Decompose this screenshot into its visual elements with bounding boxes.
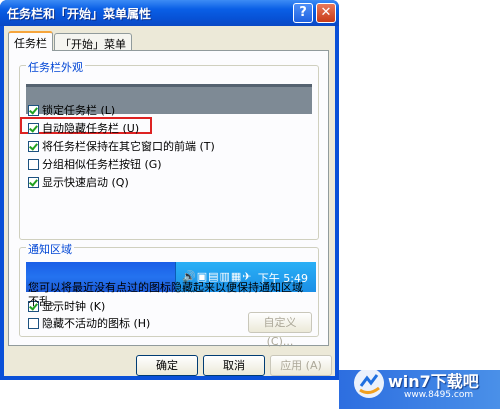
apply-label: 应用 (A) — [280, 359, 322, 372]
hide-inactive-checkbox[interactable] — [28, 317, 39, 329]
hide-inactive-label: 隐藏不活动的图标 (H) — [42, 317, 151, 330]
watermark-brand: win7下载吧 — [388, 372, 479, 391]
group-buttons-checkbox[interactable] — [28, 158, 39, 170]
group-buttons-label: 分组相似任务栏按钮 (G) — [42, 158, 162, 171]
keep-on-top-checkbox[interactable] — [28, 140, 39, 152]
tab-taskbar[interactable]: 任务栏 — [8, 31, 53, 51]
customize-button[interactable]: 自定义 (C)... — [248, 312, 312, 348]
help-button[interactable]: ? — [293, 3, 313, 23]
close-icon: ✕ — [320, 5, 332, 20]
quick-launch-checkbox[interactable] — [28, 176, 39, 188]
cancel-button[interactable]: 取消 — [203, 355, 265, 376]
lock-taskbar-option[interactable]: 锁定任务栏 (L) — [28, 102, 115, 117]
cancel-label: 取消 — [223, 359, 245, 372]
group-buttons-option[interactable]: 分组相似任务栏按钮 (G) — [28, 156, 162, 171]
keep-on-top-option[interactable]: 将任务栏保持在其它窗口的前端 (T) — [28, 138, 215, 153]
taskbar-appearance-title: 任务栏外观 — [26, 59, 85, 75]
auto-hide-checkbox[interactable] — [28, 122, 39, 134]
quick-launch-label: 显示快速启动 (Q) — [42, 176, 129, 189]
quick-launch-option[interactable]: 显示快速启动 (Q) — [28, 174, 129, 189]
tab-taskbar-label: 任务栏 — [14, 37, 47, 50]
hide-inactive-option[interactable]: 隐藏不活动的图标 (H) — [28, 315, 150, 330]
notification-description-text: 您可以将最近没有点过的图标隐藏起来以便保持通知区域不乱。 — [28, 281, 303, 308]
lock-taskbar-label: 锁定任务栏 (L) — [42, 104, 116, 117]
lock-taskbar-checkbox[interactable] — [28, 104, 39, 116]
help-icon: ? — [299, 5, 307, 20]
notification-area-title: 通知区域 — [26, 241, 74, 257]
ok-label: 确定 — [156, 359, 178, 372]
keep-on-top-label: 将任务栏保持在其它窗口的前端 (T) — [42, 140, 215, 153]
watermark-url: www.8495.com — [404, 390, 474, 400]
watermark: win7下载吧 www.8495.com — [352, 362, 498, 406]
ok-button[interactable]: 确定 — [136, 355, 198, 376]
close-button[interactable]: ✕ — [316, 3, 336, 23]
apply-button[interactable]: 应用 (A) — [270, 355, 332, 376]
title-bar[interactable]: 任务栏和「开始」菜单属性 ? ✕ — [0, 0, 339, 26]
auto-hide-option[interactable]: 自动隐藏任务栏 (U) — [28, 120, 139, 135]
tab-start-menu[interactable]: 「开始」菜单 — [54, 33, 132, 51]
notification-description: 您可以将最近没有点过的图标隐藏起来以便保持通知区域不乱。 — [28, 281, 310, 309]
watermark-logo-icon — [354, 368, 384, 398]
taskbar-appearance-group: 任务栏外观 锁定任务栏 (L) 自动隐藏任务栏 (U) 将任务栏保持在其它窗口的… — [19, 59, 319, 240]
window-title: 任务栏和「开始」菜单属性 — [7, 7, 152, 21]
customize-label: 自定义 (C)... — [263, 316, 297, 348]
auto-hide-label: 自动隐藏任务栏 (U) — [42, 122, 140, 135]
